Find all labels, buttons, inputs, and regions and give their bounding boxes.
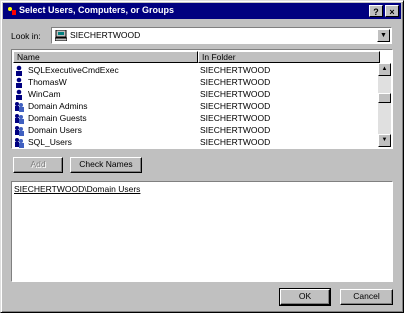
list-item[interactable]: SQLExecutiveCmdExec SIECHERTWOOD [14, 64, 378, 76]
window-title: Select Users, Computers, or Groups [19, 5, 175, 15]
row-name: ThomasW [28, 77, 67, 87]
group-icon [15, 138, 24, 148]
app-icon [6, 5, 17, 16]
look-in-dropdown[interactable]: SIECHERTWOOD ▼ [51, 27, 392, 44]
row-name: SQL_Users [28, 137, 72, 147]
row-folder: SIECHERTWOOD [200, 101, 271, 111]
accounts-list[interactable]: Name In Folder SQLExecutiveCmdExec SIECHE… [11, 49, 393, 149]
selected-names-box[interactable]: SIECHERTWOOD\Domain Users [11, 181, 393, 282]
scroll-down-button[interactable]: ▼ [378, 134, 391, 147]
group-icon [15, 126, 24, 136]
row-folder: SIECHERTWOOD [200, 125, 271, 135]
scroll-thumb[interactable] [378, 93, 391, 103]
list-item[interactable]: WinCam SIECHERTWOOD [14, 88, 378, 100]
column-header-folder[interactable]: In Folder [198, 51, 380, 63]
look-in-value: SIECHERTWOOD [70, 30, 141, 40]
group-icon [15, 114, 24, 124]
computer-icon [55, 30, 67, 41]
check-names-button[interactable]: Check Names [70, 157, 142, 173]
vertical-scrollbar[interactable]: ▲ ▼ [378, 63, 391, 147]
title-bar[interactable]: Select Users, Computers, or Groups ? × [3, 3, 401, 19]
list-item[interactable]: ThomasW SIECHERTWOOD [14, 76, 378, 88]
help-button[interactable]: ? [369, 5, 383, 17]
row-folder: SIECHERTWOOD [200, 113, 271, 123]
row-folder: SIECHERTWOOD [200, 137, 271, 147]
user-icon [16, 89, 22, 100]
scroll-up-button[interactable]: ▲ [378, 63, 391, 76]
look-in-label: Look in: [11, 31, 41, 41]
list-item[interactable]: Domain Users SIECHERTWOOD [14, 124, 378, 136]
row-name: Domain Admins [28, 101, 88, 111]
ok-button[interactable]: OK [279, 288, 331, 306]
row-name: SQLExecutiveCmdExec [28, 65, 119, 75]
user-icon [16, 77, 22, 88]
chevron-down-icon[interactable]: ▼ [377, 29, 390, 42]
close-button[interactable]: × [385, 5, 399, 17]
list-item[interactable]: Domain Admins SIECHERTWOOD [14, 100, 378, 112]
user-icon [16, 65, 22, 76]
group-icon [15, 102, 24, 112]
row-name: Domain Users [28, 125, 82, 135]
add-button[interactable]: Add [13, 157, 63, 173]
select-users-dialog: Select Users, Computers, or Groups ? × L… [0, 0, 404, 313]
selected-name-link[interactable]: SIECHERTWOOD\Domain Users [14, 184, 140, 194]
row-folder: SIECHERTWOOD [200, 77, 271, 87]
list-item[interactable]: Domain Guests SIECHERTWOOD [14, 112, 378, 124]
row-folder: SIECHERTWOOD [200, 89, 271, 99]
row-folder: SIECHERTWOOD [200, 65, 271, 75]
row-name: WinCam [28, 89, 61, 99]
row-name: Domain Guests [28, 113, 87, 123]
cancel-button[interactable]: Cancel [340, 289, 393, 305]
list-item[interactable]: SQL_Users SIECHERTWOOD [14, 136, 378, 148]
column-header-name[interactable]: Name [13, 51, 198, 63]
